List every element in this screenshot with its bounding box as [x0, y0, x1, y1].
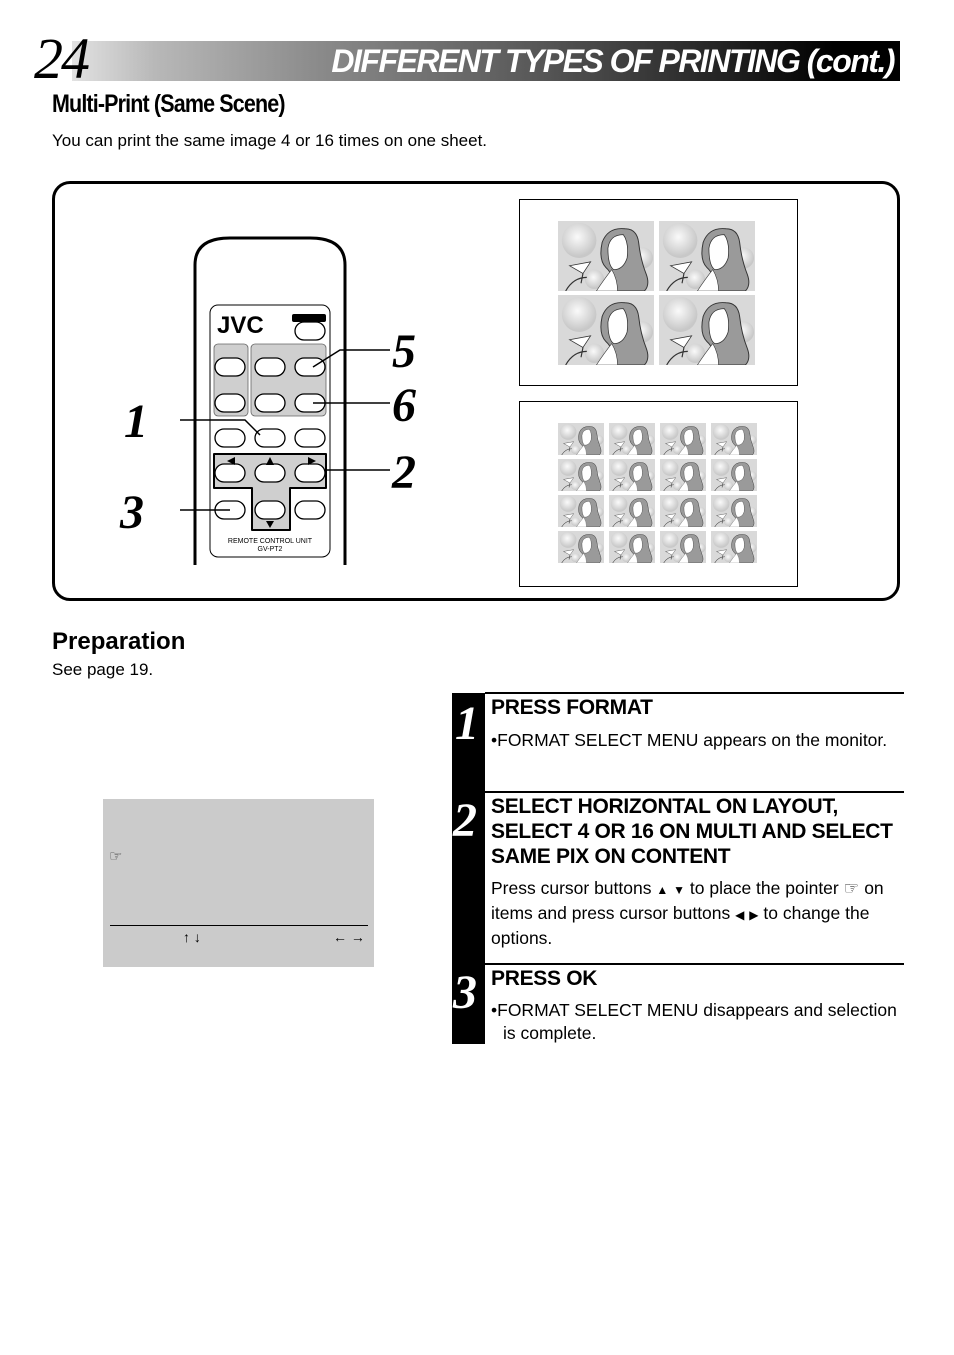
page-number: 24 [34, 26, 90, 91]
section-subtitle: You can print the same image 4 or 16 tim… [52, 131, 488, 150]
remote-button [254, 393, 286, 413]
callout-1: 1 [124, 395, 148, 448]
print-thumbnail [558, 495, 604, 527]
down-triangle-icon: ▼ [673, 883, 686, 897]
remote-model: GV-PT2 [258, 546, 283, 553]
print-sheet-4-images [519, 199, 798, 386]
print-thumbnail [660, 459, 706, 491]
remote-button [294, 428, 326, 448]
print-thumbnail [711, 531, 757, 563]
step-2-rule [485, 791, 904, 793]
print-thumbnail [609, 459, 655, 491]
print-thumbnail [558, 295, 654, 365]
page-title: DIFFERENT TYPES OF PRINTING (cont.) [331, 43, 895, 79]
print-thumbnail [660, 495, 706, 527]
print-thumbnail [711, 423, 757, 455]
step-1-body: •FORMAT SELECT MENU appears on the monit… [491, 730, 888, 750]
monitor-divider [110, 925, 368, 926]
print-thumbnail [711, 459, 757, 491]
left-right-arrows: ← → [333, 929, 365, 945]
print-sheet-16-images [519, 401, 798, 587]
print-thumbnail [609, 531, 655, 563]
step-2-text-a: Press cursor buttons [491, 878, 652, 898]
step-3-number: 3 [453, 966, 477, 1019]
print-thumbnail [660, 423, 706, 455]
step-1-heading: PRESS FORMAT [491, 696, 653, 719]
remote-button [214, 428, 246, 448]
preparation-text: See page 19. [52, 660, 154, 679]
step-2-heading: SELECT HORIZONTAL ON LAYOUT, SELECT 4 OR… [491, 795, 893, 868]
callout-2: 2 [392, 446, 416, 499]
remote-button [214, 463, 246, 483]
remote-button [214, 357, 246, 377]
print-thumbnail [558, 221, 654, 291]
step-2-body: Press cursor buttons ▲ ▼ to place the po… [491, 877, 901, 950]
up-down-arrows: ↑ ↓ [183, 929, 201, 945]
callout-6: 6 [392, 379, 416, 432]
print-thumbnail [558, 459, 604, 491]
remote-button [254, 500, 286, 520]
pointer-hand-icon: ☞ [109, 848, 123, 865]
step-3-body: •FORMAT SELECT MENU disappears and selec… [491, 1000, 897, 1043]
step-2-number: 2 [453, 794, 477, 847]
remote-button [294, 500, 326, 520]
remote-button [294, 357, 326, 377]
print-thumbnail [609, 495, 655, 527]
remote-button [214, 393, 246, 413]
monitor-screen: ☞ ↑ ↓ ← → [103, 799, 374, 967]
print-thumbnail [660, 531, 706, 563]
callout-3: 3 [120, 486, 144, 539]
step-2-text-b: to place the pointer [689, 878, 839, 898]
section-title: Multi-Print (Same Scene) [52, 90, 285, 118]
print-thumbnail [659, 221, 755, 291]
remote-button [294, 321, 326, 341]
up-triangle-icon: ▲ [656, 883, 669, 897]
remote-button [254, 463, 286, 483]
callout-5: 5 [392, 325, 416, 378]
step-1-rule [485, 692, 904, 694]
step-3-rule [485, 963, 904, 965]
print-thumbnail [711, 495, 757, 527]
right-triangle-icon: ▶ [749, 908, 759, 922]
pointer-hand-icon: ☞ [843, 878, 860, 898]
remote-button [254, 428, 286, 448]
print-thumbnail [659, 295, 755, 365]
step-3-heading: PRESS OK [491, 967, 598, 990]
preparation-title: Preparation [52, 628, 186, 655]
left-triangle-icon: ◀ [735, 908, 745, 922]
print-thumbnail [609, 423, 655, 455]
remote-brand: JVC [217, 312, 264, 339]
print-thumbnail [558, 423, 604, 455]
remote-label: REMOTE CONTROL UNIT [228, 538, 313, 545]
print-thumbnail [558, 531, 604, 563]
remote-button [294, 463, 326, 483]
step-1-number: 1 [455, 697, 479, 750]
remote-button [254, 357, 286, 377]
